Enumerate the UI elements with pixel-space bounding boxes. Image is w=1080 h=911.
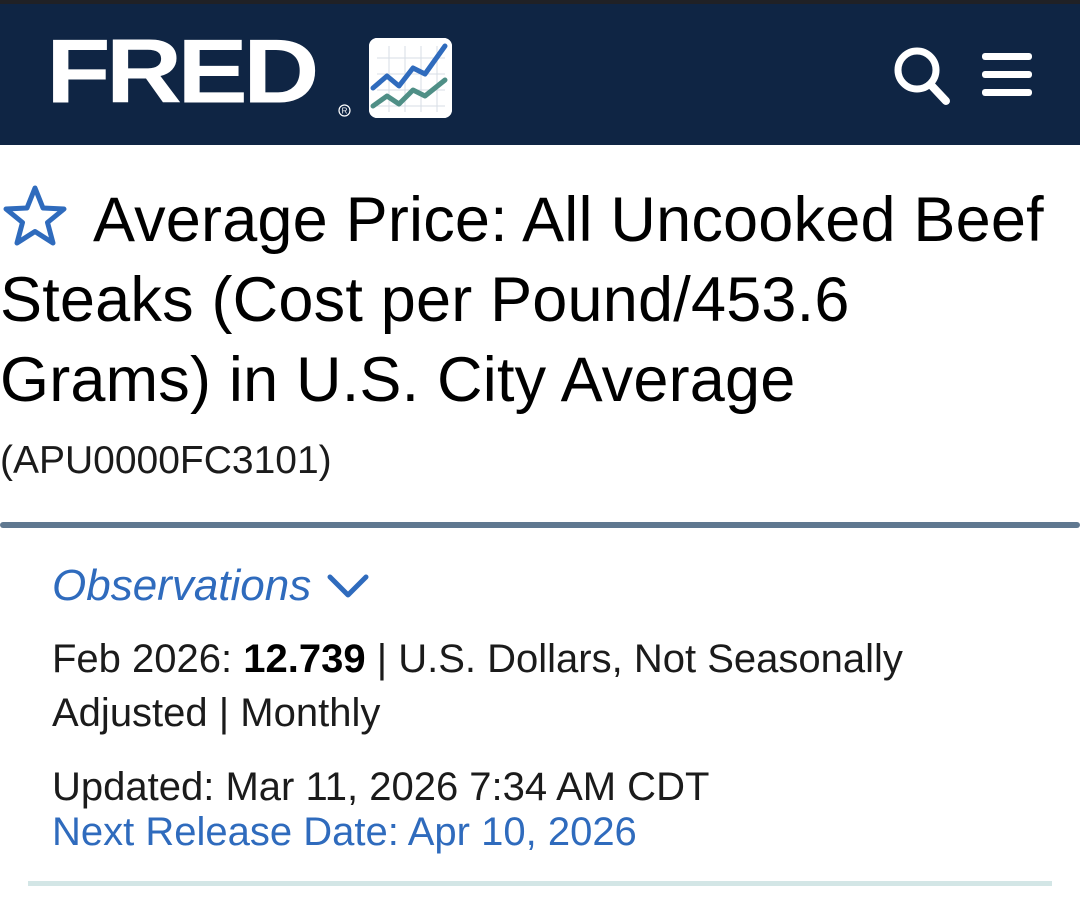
fred-logo-text[interactable]: FRED (46, 26, 320, 117)
menu-button[interactable] (974, 40, 1040, 110)
observation-units: | U.S. Dollars, Not Seasonally (376, 637, 903, 681)
chevron-down-icon (327, 574, 369, 598)
section-divider (0, 522, 1080, 528)
search-button[interactable] (888, 40, 954, 110)
series-title: Average Price: All Uncooked Beef Steaks … (0, 185, 1044, 415)
search-icon (894, 47, 950, 105)
fred-logo-graph-icon[interactable] (369, 38, 452, 118)
next-release-link[interactable]: Next Release Date: Apr 10, 2026 (52, 808, 637, 856)
site-header: FRED R (0, 4, 1080, 145)
observation-value: 12.739 (243, 637, 366, 681)
observations-label: Observations (52, 561, 312, 610)
latest-observation: Feb 2026: 12.739 | U.S. Dollars, Not Sea… (52, 632, 1042, 740)
svg-text:R: R (342, 106, 348, 115)
series-id: (APU0000FC3101) (0, 439, 332, 482)
bottom-divider (28, 881, 1052, 886)
observation-period: Feb 2026: (52, 637, 233, 681)
hamburger-menu-icon (982, 53, 1032, 96)
updated-timestamp: Updated: Mar 11, 2026 7:34 AM CDT (52, 765, 710, 809)
series-title-block: Average Price: All Uncooked Beef Steaks … (0, 180, 1076, 420)
observations-toggle[interactable]: Observations (52, 558, 371, 614)
observation-frequency: Adjusted | Monthly (52, 691, 381, 735)
registered-mark-icon: R (338, 104, 351, 117)
